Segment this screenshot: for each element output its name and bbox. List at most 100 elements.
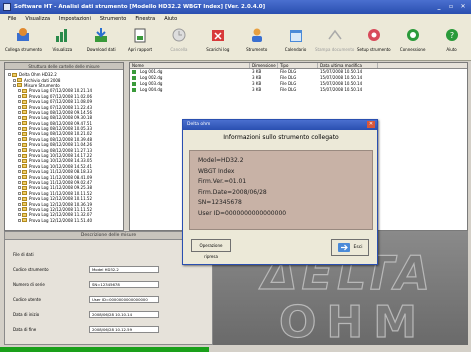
- expand-toggle-icon[interactable]: [18, 100, 21, 104]
- expand-toggle-icon[interactable]: [18, 181, 21, 184]
- tree-item-label: Archivio dati 2008: [24, 77, 61, 83]
- expand-toggle-icon[interactable]: [18, 116, 21, 120]
- expand-toggle-icon[interactable]: [18, 143, 21, 147]
- toolbar-button-7[interactable]: Calendario: [276, 23, 315, 59]
- expand-toggle-icon[interactable]: [18, 89, 21, 93]
- expand-toggle-icon[interactable]: [18, 207, 21, 211]
- file-cell: 3 KB: [252, 87, 262, 92]
- folder-icon: [22, 175, 27, 180]
- column-type[interactable]: Tipo: [278, 63, 318, 68]
- toolbar-button-2[interactable]: Download dati: [82, 23, 121, 59]
- toolbar-button-label: Calendario: [284, 47, 307, 52]
- folder-icon: [22, 158, 27, 163]
- restore-button[interactable]: ▫: [447, 3, 455, 11]
- property-label: Data di inizio: [13, 311, 40, 317]
- column-name[interactable]: Nome: [130, 63, 250, 68]
- expand-toggle-icon[interactable]: [18, 121, 21, 125]
- toolbar-button-1[interactable]: Visualizza: [43, 23, 82, 59]
- tree-item-label: Prova Log 11/12/2008 09.25.38: [29, 185, 92, 191]
- menu-settings[interactable]: Impostazioni: [59, 16, 91, 22]
- tree-item-label: Prova Log 08/12/2008 09.30.18: [29, 115, 92, 121]
- folder-icon: [22, 185, 27, 190]
- expand-toggle-icon[interactable]: [18, 175, 21, 179]
- folder-icon: [22, 202, 27, 207]
- property-row: Data di fine 2008/06/28 10.12.59: [13, 325, 203, 333]
- expand-toggle-icon[interactable]: [18, 132, 21, 136]
- expand-toggle-icon[interactable]: [8, 73, 11, 77]
- calendar-icon: [288, 27, 304, 43]
- expand-toggle-icon[interactable]: [18, 159, 21, 163]
- property-row: File di dati: [13, 250, 203, 258]
- dialog-close-button[interactable]: ✕: [367, 121, 375, 128]
- toolbar-button-0[interactable]: Collega strumento: [4, 23, 43, 59]
- expand-toggle-icon[interactable]: [18, 191, 21, 195]
- expand-toggle-icon[interactable]: [13, 83, 16, 87]
- expand-toggle-icon[interactable]: [18, 197, 21, 201]
- toolbar-button-8[interactable]: Stampa documento: [315, 23, 354, 59]
- toolbar-button-11[interactable]: ? Aiuto: [432, 23, 471, 59]
- tree-item-label: Prova Log 10/12/2008 14.33.05: [29, 158, 92, 164]
- tree-item-label: Prova Log 07/12/2008 11.08.09: [29, 99, 92, 105]
- toolbar-button-9[interactable]: Setup strumento: [354, 23, 393, 59]
- file-row[interactable]: Log 004.dg 3 KB File DLG 15/07/2008 10.50.1…: [130, 87, 467, 93]
- dialog-exit-button[interactable]: Esci: [331, 239, 369, 256]
- status-bar: [0, 347, 209, 352]
- expand-toggle-icon[interactable]: [13, 78, 16, 82]
- chart-icon: [54, 27, 70, 43]
- toolbar-button-5[interactable]: Scarichi log: [198, 23, 237, 59]
- tree-item-label: Prova Log 10/12/2008 14.52.41: [29, 163, 92, 169]
- folder-icon: [22, 94, 27, 99]
- toolbar-button-label: Download dati: [86, 47, 116, 52]
- log-file-icon: [132, 82, 136, 86]
- property-row: Data di inizio 2008/06/28 10.10.14: [13, 310, 203, 318]
- expand-toggle-icon[interactable]: [18, 164, 21, 168]
- log-file-icon: [132, 76, 136, 80]
- expand-toggle-icon[interactable]: [18, 170, 21, 174]
- expand-toggle-icon[interactable]: [18, 127, 21, 131]
- column-size[interactable]: Dimensione: [250, 63, 278, 68]
- close-button[interactable]: ✕: [459, 3, 467, 11]
- property-value: User ID=0000000000000000: [89, 295, 159, 303]
- folder-icon: [22, 148, 27, 153]
- toolbar-button-10[interactable]: Connessione: [393, 23, 432, 59]
- green-circle-icon: [405, 27, 421, 43]
- logo-line2: OHM: [279, 297, 427, 345]
- expand-toggle-icon[interactable]: [18, 137, 21, 141]
- toolbar-button-6[interactable]: Strumento: [237, 23, 276, 59]
- menu-window[interactable]: Finestra: [135, 16, 155, 22]
- tree-item-label: Prova Log 11/12/2008 09.02.47: [29, 180, 92, 185]
- expand-toggle-icon[interactable]: [18, 148, 21, 152]
- expand-toggle-icon[interactable]: [18, 94, 21, 98]
- instrument-info-dialog: Delta ohm ✕ Informazioni sullo strumento…: [182, 119, 378, 265]
- expand-toggle-icon[interactable]: [18, 202, 21, 206]
- tree-item[interactable]: Prova Log 12/12/2008 11.51.40: [8, 218, 123, 223]
- tree-item-label: Prova Log 07/12/2008 10.21.14: [29, 88, 92, 94]
- dialog-secondary-button[interactable]: Operazione ripresa: [191, 239, 231, 259]
- property-label: Codice strumento: [13, 266, 49, 272]
- property-label: File di dati: [13, 251, 34, 257]
- menu-instrument[interactable]: Strumento: [100, 16, 127, 22]
- toolbar-button-3[interactable]: Apri rapport: [121, 23, 160, 59]
- menu-file[interactable]: File: [8, 16, 16, 22]
- property-row: Numero di serie SN=12345678: [13, 280, 203, 288]
- expand-toggle-icon[interactable]: [18, 186, 21, 190]
- folder-icon: [22, 196, 27, 201]
- column-modified[interactable]: Data ultima modifica: [318, 63, 378, 68]
- menu-help[interactable]: Aiuto: [164, 16, 177, 22]
- file-name-text: Log 001.dg: [140, 69, 163, 74]
- expand-toggle-icon[interactable]: [18, 154, 21, 158]
- expand-toggle-icon[interactable]: [18, 218, 21, 222]
- property-value: SN=12345678: [89, 280, 159, 288]
- toolbar-button-4[interactable]: Cancella: [160, 23, 199, 59]
- info-firmware-date: Firm.Date=2008/06/28: [198, 188, 267, 196]
- minimize-button[interactable]: _: [435, 3, 443, 11]
- log-file-icon: [132, 88, 136, 92]
- expand-toggle-icon[interactable]: [18, 105, 21, 109]
- app-icon: [3, 3, 11, 11]
- property-label: Data di fine: [13, 326, 37, 332]
- toolbar-button-label: Collega strumento: [4, 47, 42, 52]
- tree-item-label: Prova Log 12/12/2008 11.11.52: [29, 206, 92, 212]
- expand-toggle-icon[interactable]: [18, 110, 21, 114]
- expand-toggle-icon[interactable]: [18, 213, 21, 217]
- menu-view[interactable]: Visualizza: [25, 16, 50, 22]
